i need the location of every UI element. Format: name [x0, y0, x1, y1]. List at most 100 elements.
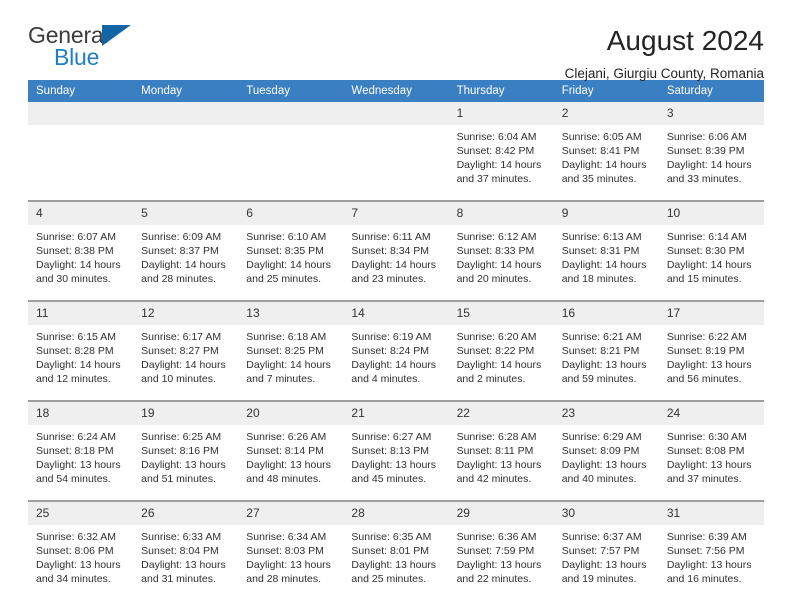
- daylight-text: Daylight: 13 hours and 56 minutes.: [666, 359, 752, 385]
- calendar-day-cell[interactable]: 26 Sunrise: 6:33 AM Sunset: 8:04 PM Dayligh…: [133, 500, 239, 600]
- daylight-text: Daylight: 14 hours and 25 minutes.: [246, 259, 331, 285]
- calendar-day-cell[interactable]: 19 Sunrise: 6:25 AM Sunset: 8:16 PM Dayligh…: [133, 400, 239, 501]
- sunrise-text: Sunrise: 6:15 AM: [36, 331, 116, 343]
- day-details: [343, 125, 448, 178]
- daylight-text: Daylight: 13 hours and 19 minutes.: [561, 559, 647, 585]
- calendar-day-cell[interactable]: 11 Sunrise: 6:15 AM Sunset: 8:28 PM Dayligh…: [28, 300, 134, 401]
- day-details: Sunrise: 6:32 AM Sunset: 8:06 PM Daylight:…: [28, 525, 133, 600]
- sunset-text: Sunset: 8:27 PM: [141, 345, 219, 357]
- sunrise-text: Sunrise: 6:05 AM: [561, 131, 642, 143]
- calendar-day-cell[interactable]: 27 Sunrise: 6:34 AM Sunset: 8:03 PM Dayligh…: [238, 500, 344, 600]
- sunset-text: Sunset: 8:35 PM: [246, 245, 324, 257]
- calendar-day-cell[interactable]: 28 Sunrise: 6:35 AM Sunset: 8:01 PM Dayligh…: [343, 500, 449, 600]
- calendar-week-row: 18 Sunrise: 6:24 AM Sunset: 8:18 PM Dayligh…: [28, 400, 764, 501]
- sunset-text: Sunset: 8:22 PM: [456, 345, 535, 357]
- day-details: Sunrise: 6:28 AM Sunset: 8:11 PM Daylight:…: [449, 425, 554, 500]
- calendar-day-cell[interactable]: 31 Sunrise: 6:39 AM Sunset: 7:56 PM Dayligh…: [658, 500, 764, 600]
- day-details: Sunrise: 6:09 AM Sunset: 8:37 PM Daylight:…: [133, 225, 238, 300]
- daylight-text: Daylight: 13 hours and 40 minutes.: [561, 459, 647, 485]
- sunrise-text: Sunrise: 6:30 AM: [666, 431, 747, 443]
- daylight-text: Daylight: 14 hours and 20 minutes.: [456, 259, 542, 285]
- calendar-day-cell[interactable]: 1 Sunrise: 6:04 AM Sunset: 8:42 PM Daylight…: [448, 102, 554, 201]
- sunset-text: Sunset: 8:14 PM: [246, 445, 324, 457]
- calendar-day-cell[interactable]: 4 Sunrise: 6:07 AM Sunset: 8:38 PM Daylight…: [28, 200, 134, 301]
- day-details: Sunrise: 6:29 AM Sunset: 8:09 PM Daylight:…: [554, 425, 659, 500]
- sunrise-text: Sunrise: 6:17 AM: [141, 331, 222, 343]
- calendar-day-cell[interactable]: 15 Sunrise: 6:20 AM Sunset: 8:22 PM Dayligh…: [448, 300, 554, 401]
- calendar-day-cell[interactable]: 24 Sunrise: 6:30 AM Sunset: 8:08 PM Dayligh…: [658, 400, 764, 501]
- day-details: Sunrise: 6:33 AM Sunset: 8:04 PM Daylight:…: [133, 525, 238, 600]
- day-details: Sunrise: 6:07 AM Sunset: 8:38 PM Daylight:…: [28, 225, 133, 300]
- sunset-text: Sunset: 8:38 PM: [36, 245, 114, 257]
- daylight-text: Daylight: 13 hours and 42 minutes.: [456, 459, 542, 485]
- day-details: Sunrise: 6:24 AM Sunset: 8:18 PM Daylight:…: [28, 425, 133, 500]
- sunrise-text: Sunrise: 6:13 AM: [561, 231, 642, 243]
- day-number: [133, 102, 239, 125]
- daylight-text: Daylight: 13 hours and 28 minutes.: [246, 559, 331, 585]
- day-details: Sunrise: 6:21 AM Sunset: 8:21 PM Daylight:…: [554, 325, 659, 400]
- sunrise-text: Sunrise: 6:29 AM: [561, 431, 642, 443]
- day-number: 17: [658, 302, 764, 325]
- calendar-day-cell[interactable]: 23 Sunrise: 6:29 AM Sunset: 8:09 PM Dayligh…: [553, 400, 659, 501]
- calendar-day-cell[interactable]: 6 Sunrise: 6:10 AM Sunset: 8:35 PM Daylight…: [238, 200, 344, 301]
- sunset-text: Sunset: 7:59 PM: [456, 545, 535, 557]
- day-details: Sunrise: 6:20 AM Sunset: 8:22 PM Daylight:…: [449, 325, 554, 400]
- day-details: Sunrise: 6:04 AM Sunset: 8:42 PM Daylight:…: [449, 125, 554, 200]
- sunrise-text: Sunrise: 6:27 AM: [351, 431, 432, 443]
- calendar-day-cell[interactable]: 3 Sunrise: 6:06 AM Sunset: 8:39 PM Daylight…: [658, 102, 764, 201]
- calendar-day-cell[interactable]: 29 Sunrise: 6:36 AM Sunset: 7:59 PM Dayligh…: [448, 500, 554, 600]
- calendar-day-cell[interactable]: 18 Sunrise: 6:24 AM Sunset: 8:18 PM Dayligh…: [28, 400, 134, 501]
- sunrise-text: Sunrise: 6:36 AM: [456, 531, 537, 543]
- sunrise-text: Sunrise: 6:20 AM: [456, 331, 537, 343]
- sunset-text: Sunset: 8:08 PM: [666, 445, 745, 457]
- calendar-day-cell[interactable]: 12 Sunrise: 6:17 AM Sunset: 8:27 PM Dayligh…: [133, 300, 239, 401]
- sunset-text: Sunset: 8:01 PM: [351, 545, 430, 557]
- day-details: Sunrise: 6:10 AM Sunset: 8:35 PM Daylight:…: [238, 225, 343, 300]
- sunset-text: Sunset: 8:42 PM: [456, 145, 535, 157]
- title-block: August 2024 Clejani, Giurgiu County, Rom…: [148, 22, 764, 84]
- sunrise-text: Sunrise: 6:14 AM: [666, 231, 747, 243]
- day-number: 1: [448, 102, 554, 125]
- calendar-week-row: 1 Sunrise: 6:04 AM Sunset: 8:42 PM Daylight…: [28, 102, 764, 201]
- calendar-day-cell[interactable]: 30 Sunrise: 6:37 AM Sunset: 7:57 PM Dayligh…: [553, 500, 659, 600]
- sunset-text: Sunset: 8:16 PM: [141, 445, 219, 457]
- calendar-day-cell[interactable]: 10 Sunrise: 6:14 AM Sunset: 8:30 PM Dayligh…: [658, 200, 764, 301]
- day-details: Sunrise: 6:11 AM Sunset: 8:34 PM Daylight:…: [343, 225, 448, 300]
- sunrise-text: Sunrise: 6:10 AM: [246, 231, 327, 243]
- sunset-text: Sunset: 8:33 PM: [456, 245, 535, 257]
- calendar-day-cell[interactable]: 13 Sunrise: 6:18 AM Sunset: 8:25 PM Dayligh…: [238, 300, 344, 401]
- calendar-day-cell[interactable]: 25 Sunrise: 6:32 AM Sunset: 8:06 PM Dayligh…: [28, 500, 134, 600]
- calendar-day-cell[interactable]: 9 Sunrise: 6:13 AM Sunset: 8:31 PM Daylight…: [553, 200, 659, 301]
- day-number: 5: [133, 202, 239, 225]
- day-details: [133, 125, 238, 178]
- calendar-day-cell[interactable]: 20 Sunrise: 6:26 AM Sunset: 8:14 PM Dayligh…: [238, 400, 344, 501]
- day-details: Sunrise: 6:22 AM Sunset: 8:19 PM Daylight:…: [659, 325, 764, 400]
- calendar-day-cell[interactable]: 2 Sunrise: 6:05 AM Sunset: 8:41 PM Daylight…: [553, 102, 659, 201]
- sunset-text: Sunset: 8:25 PM: [246, 345, 324, 357]
- general-blue-logo[interactable]: General Blue: [28, 22, 148, 74]
- logo-text-blue: Blue: [54, 44, 100, 70]
- sunset-text: Sunset: 8:37 PM: [141, 245, 219, 257]
- calendar-cell-empty: [343, 102, 449, 201]
- day-number: 18: [28, 402, 134, 425]
- sunrise-text: Sunrise: 6:26 AM: [246, 431, 327, 443]
- calendar-day-cell[interactable]: 14 Sunrise: 6:19 AM Sunset: 8:24 PM Dayligh…: [343, 300, 449, 401]
- sunset-text: Sunset: 7:56 PM: [666, 545, 745, 557]
- day-number: 31: [658, 502, 764, 525]
- daylight-text: Daylight: 13 hours and 22 minutes.: [456, 559, 542, 585]
- calendar-day-cell[interactable]: 7 Sunrise: 6:11 AM Sunset: 8:34 PM Daylight…: [343, 200, 449, 301]
- calendar-day-cell[interactable]: 5 Sunrise: 6:09 AM Sunset: 8:37 PM Daylight…: [133, 200, 239, 301]
- day-number: 22: [448, 402, 554, 425]
- day-number: 13: [238, 302, 344, 325]
- daylight-text: Daylight: 14 hours and 12 minutes.: [36, 359, 121, 385]
- calendar-day-cell[interactable]: 22 Sunrise: 6:28 AM Sunset: 8:11 PM Dayligh…: [448, 400, 554, 501]
- calendar-day-cell[interactable]: 16 Sunrise: 6:21 AM Sunset: 8:21 PM Dayligh…: [553, 300, 659, 401]
- calendar-day-cell[interactable]: 21 Sunrise: 6:27 AM Sunset: 8:13 PM Dayligh…: [343, 400, 449, 501]
- weekday-header-sunday: Sunday: [28, 80, 134, 102]
- day-details: Sunrise: 6:39 AM Sunset: 7:56 PM Daylight:…: [659, 525, 764, 600]
- calendar-day-cell[interactable]: 8 Sunrise: 6:12 AM Sunset: 8:33 PM Daylight…: [448, 200, 554, 301]
- day-number: 20: [238, 402, 344, 425]
- daylight-text: Daylight: 13 hours and 48 minutes.: [246, 459, 331, 485]
- calendar-day-cell[interactable]: 17 Sunrise: 6:22 AM Sunset: 8:19 PM Dayligh…: [658, 300, 764, 401]
- day-number: 9: [553, 202, 659, 225]
